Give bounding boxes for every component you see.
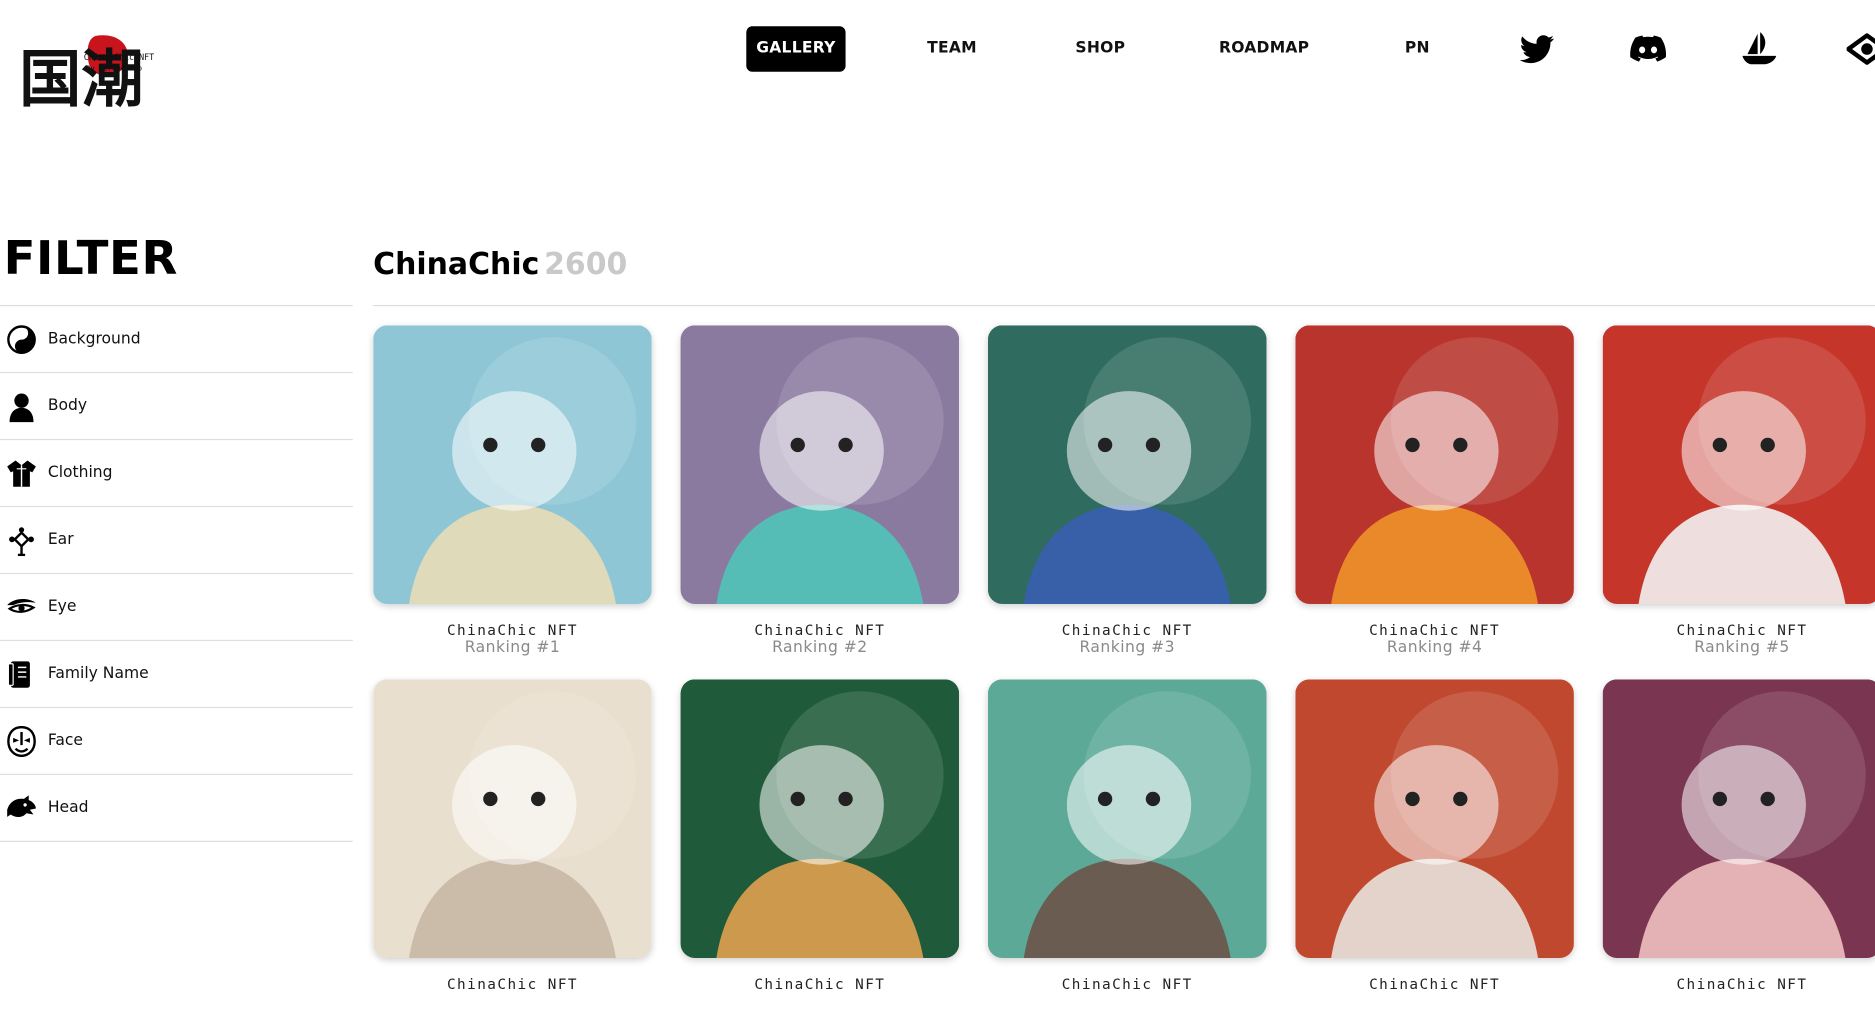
filter-item-eye[interactable]: Eye — [0, 572, 353, 640]
nft-card-title: ChinaChic NFT — [1061, 975, 1193, 993]
site-logo[interactable]: 国潮 China-Chic NFT By Jerome Loo — [12, 31, 156, 165]
nft-card[interactable]: ChinaChic NFT Ranking #4 — [1295, 325, 1574, 657]
nft-card-title: ChinaChic NFT — [754, 621, 886, 639]
nft-thumbnail[interactable] — [987, 325, 1267, 604]
nft-artwork — [680, 679, 960, 958]
nft-card-ranking: Ranking #2 — [772, 638, 868, 657]
discord-icon[interactable] — [1628, 29, 1669, 70]
nft-artwork — [1602, 325, 1875, 604]
filter-item-clothing[interactable]: Clothing — [0, 438, 353, 506]
nft-card[interactable]: ChinaChic NFT — [1295, 679, 1574, 993]
nft-artwork — [373, 325, 652, 604]
nav-shop[interactable]: SHOP — [1064, 26, 1136, 71]
opera-mask-icon — [5, 724, 38, 757]
nft-card[interactable]: ChinaChic NFT Ranking #1 — [373, 325, 652, 657]
nft-card[interactable]: ChinaChic NFT Ranking #3 — [987, 325, 1267, 657]
dragon-head-icon — [5, 791, 38, 824]
filter-title: FILTER — [3, 232, 178, 286]
filter-label: Eye — [47, 598, 77, 616]
filter-list: Background Body Clothing Ear Eye Family … — [0, 304, 353, 842]
nft-card-title: ChinaChic NFT — [1369, 975, 1501, 993]
logo-caption-2: By Jerome Loo — [86, 64, 142, 73]
filter-item-body[interactable]: Body — [0, 371, 353, 439]
opensea-ship-icon[interactable] — [1739, 29, 1780, 70]
nft-artwork — [1295, 679, 1574, 958]
twitter-icon[interactable] — [1517, 29, 1558, 70]
nav-gallery[interactable]: GALLERY — [746, 26, 846, 72]
nft-card[interactable]: ChinaChic NFT — [680, 679, 960, 993]
filter-label: Body — [47, 397, 88, 416]
nft-artwork — [680, 325, 960, 604]
nft-thumbnail[interactable] — [1602, 325, 1875, 604]
nft-card-ranking: Ranking #1 — [464, 638, 561, 657]
filter-label: Family Name — [47, 664, 149, 683]
nft-thumbnail[interactable] — [373, 325, 652, 604]
nft-artwork — [373, 679, 652, 958]
filter-item-ear[interactable]: Ear — [0, 505, 353, 573]
nft-thumbnail[interactable] — [1295, 325, 1574, 604]
book-scroll-icon — [5, 657, 38, 690]
nft-card[interactable]: ChinaChic NFT — [1602, 679, 1875, 993]
nft-thumbnail[interactable] — [680, 325, 960, 604]
nft-card[interactable]: ChinaChic NFT Ranking #2 — [680, 325, 960, 657]
nft-thumbnail[interactable] — [1602, 679, 1875, 958]
filter-label: Face — [47, 731, 84, 750]
filter-label: Ear — [47, 531, 74, 549]
collection-count: 2600 — [544, 246, 628, 282]
nft-artwork — [987, 325, 1267, 604]
divider — [373, 304, 1875, 307]
filter-label: Background — [47, 330, 141, 349]
nft-thumbnail[interactable] — [1295, 679, 1574, 958]
robe-icon — [5, 456, 38, 489]
nft-thumbnail[interactable] — [987, 679, 1267, 958]
chinese-knot-icon — [5, 523, 38, 556]
collection-title: ChinaChic 2600 — [373, 246, 627, 281]
nft-thumbnail[interactable] — [373, 679, 652, 958]
nft-card-ranking: Ranking #4 — [1386, 638, 1483, 657]
nft-card-title: ChinaChic NFT — [1061, 621, 1193, 639]
yin-yang-icon — [5, 322, 38, 355]
nav-team[interactable]: TEAM — [916, 26, 988, 71]
nft-card-title: ChinaChic NFT — [446, 621, 578, 639]
nft-card-title: ChinaChic NFT — [446, 975, 578, 993]
filter-item-head[interactable]: Head — [0, 773, 353, 842]
filter-label: Clothing — [47, 464, 113, 482]
nft-artwork — [987, 679, 1267, 958]
collection-name: ChinaChic — [373, 246, 540, 282]
filter-item-family-name[interactable]: Family Name — [0, 639, 353, 707]
eye-brush-icon — [5, 590, 38, 623]
nft-card-title: ChinaChic NFT — [1676, 621, 1808, 639]
nft-card[interactable]: ChinaChic NFT Ranking #5 — [1602, 325, 1875, 657]
nft-card-title: ChinaChic NFT — [754, 975, 886, 993]
person-silhouette-icon — [5, 389, 38, 422]
nft-thumbnail[interactable] — [680, 679, 960, 958]
nft-artwork — [1295, 325, 1574, 604]
nav-pn[interactable]: PN — [1397, 26, 1438, 71]
nft-card-title: ChinaChic NFT — [1369, 621, 1501, 639]
nft-card-ranking: Ranking #5 — [1694, 638, 1790, 657]
nft-card[interactable]: ChinaChic NFT — [373, 679, 652, 993]
filter-item-face[interactable]: Face — [0, 706, 353, 774]
nft-card-ranking: Ranking #3 — [1079, 638, 1175, 657]
eye-icon[interactable] — [1846, 29, 1875, 70]
nav-roadmap[interactable]: ROADMAP — [1218, 26, 1311, 71]
filter-item-background[interactable]: Background — [0, 304, 353, 372]
nft-card[interactable]: ChinaChic NFT — [987, 679, 1267, 993]
filter-label: Head — [47, 798, 89, 817]
nft-artwork — [1602, 679, 1875, 958]
nft-card-title: ChinaChic NFT — [1676, 975, 1808, 993]
logo-caption-1: China-Chic NFT — [84, 52, 154, 62]
